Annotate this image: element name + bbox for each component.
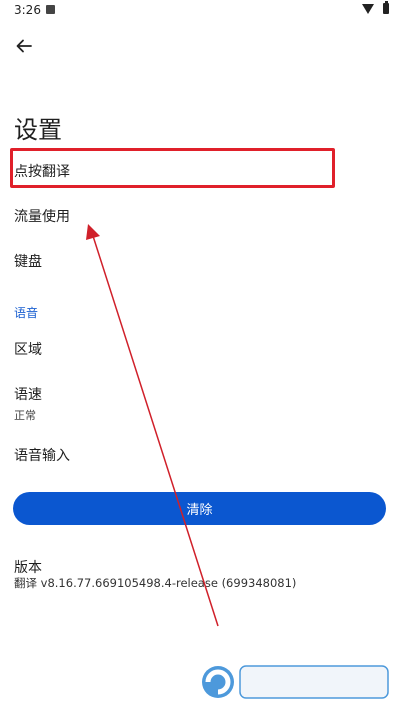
watermark-logo xyxy=(202,665,389,699)
version-value: 翻译 v8.16.77.669105498.4-release (6993480… xyxy=(14,576,297,590)
settings-item-voice-input[interactable]: 语音输入 xyxy=(14,445,70,465)
settings-item-label: 流量使用 xyxy=(14,209,70,225)
wifi-icon xyxy=(362,4,374,14)
back-button[interactable] xyxy=(8,32,40,60)
settings-item-region[interactable]: 区域 xyxy=(14,339,42,359)
battery-icon xyxy=(383,1,389,14)
settings-item-label: 键盘 xyxy=(14,254,42,270)
settings-item-value: 正常 xyxy=(14,409,36,422)
version-label: 版本 xyxy=(14,560,42,576)
annotation-highlight-box xyxy=(10,148,335,188)
page-title: 设置 xyxy=(14,116,62,144)
settings-item-keyboard[interactable]: 键盘 xyxy=(14,251,42,271)
back-arrow-icon xyxy=(16,39,32,53)
settings-item-data-usage[interactable]: 流量使用 xyxy=(14,206,70,226)
settings-item-label: 语速 xyxy=(14,387,42,403)
status-time: 3:26 xyxy=(14,3,41,17)
settings-item-speech-rate[interactable]: 语速 正常 xyxy=(14,384,42,423)
notification-icon xyxy=(46,5,55,14)
status-bar: 3:26 xyxy=(0,0,400,22)
settings-item-label: 语音输入 xyxy=(14,448,70,464)
clear-button[interactable]: 清除 xyxy=(13,492,386,525)
section-header-voice: 语音 xyxy=(14,306,39,320)
annotation-arrow xyxy=(86,224,219,627)
settings-item-label: 区域 xyxy=(14,342,42,358)
